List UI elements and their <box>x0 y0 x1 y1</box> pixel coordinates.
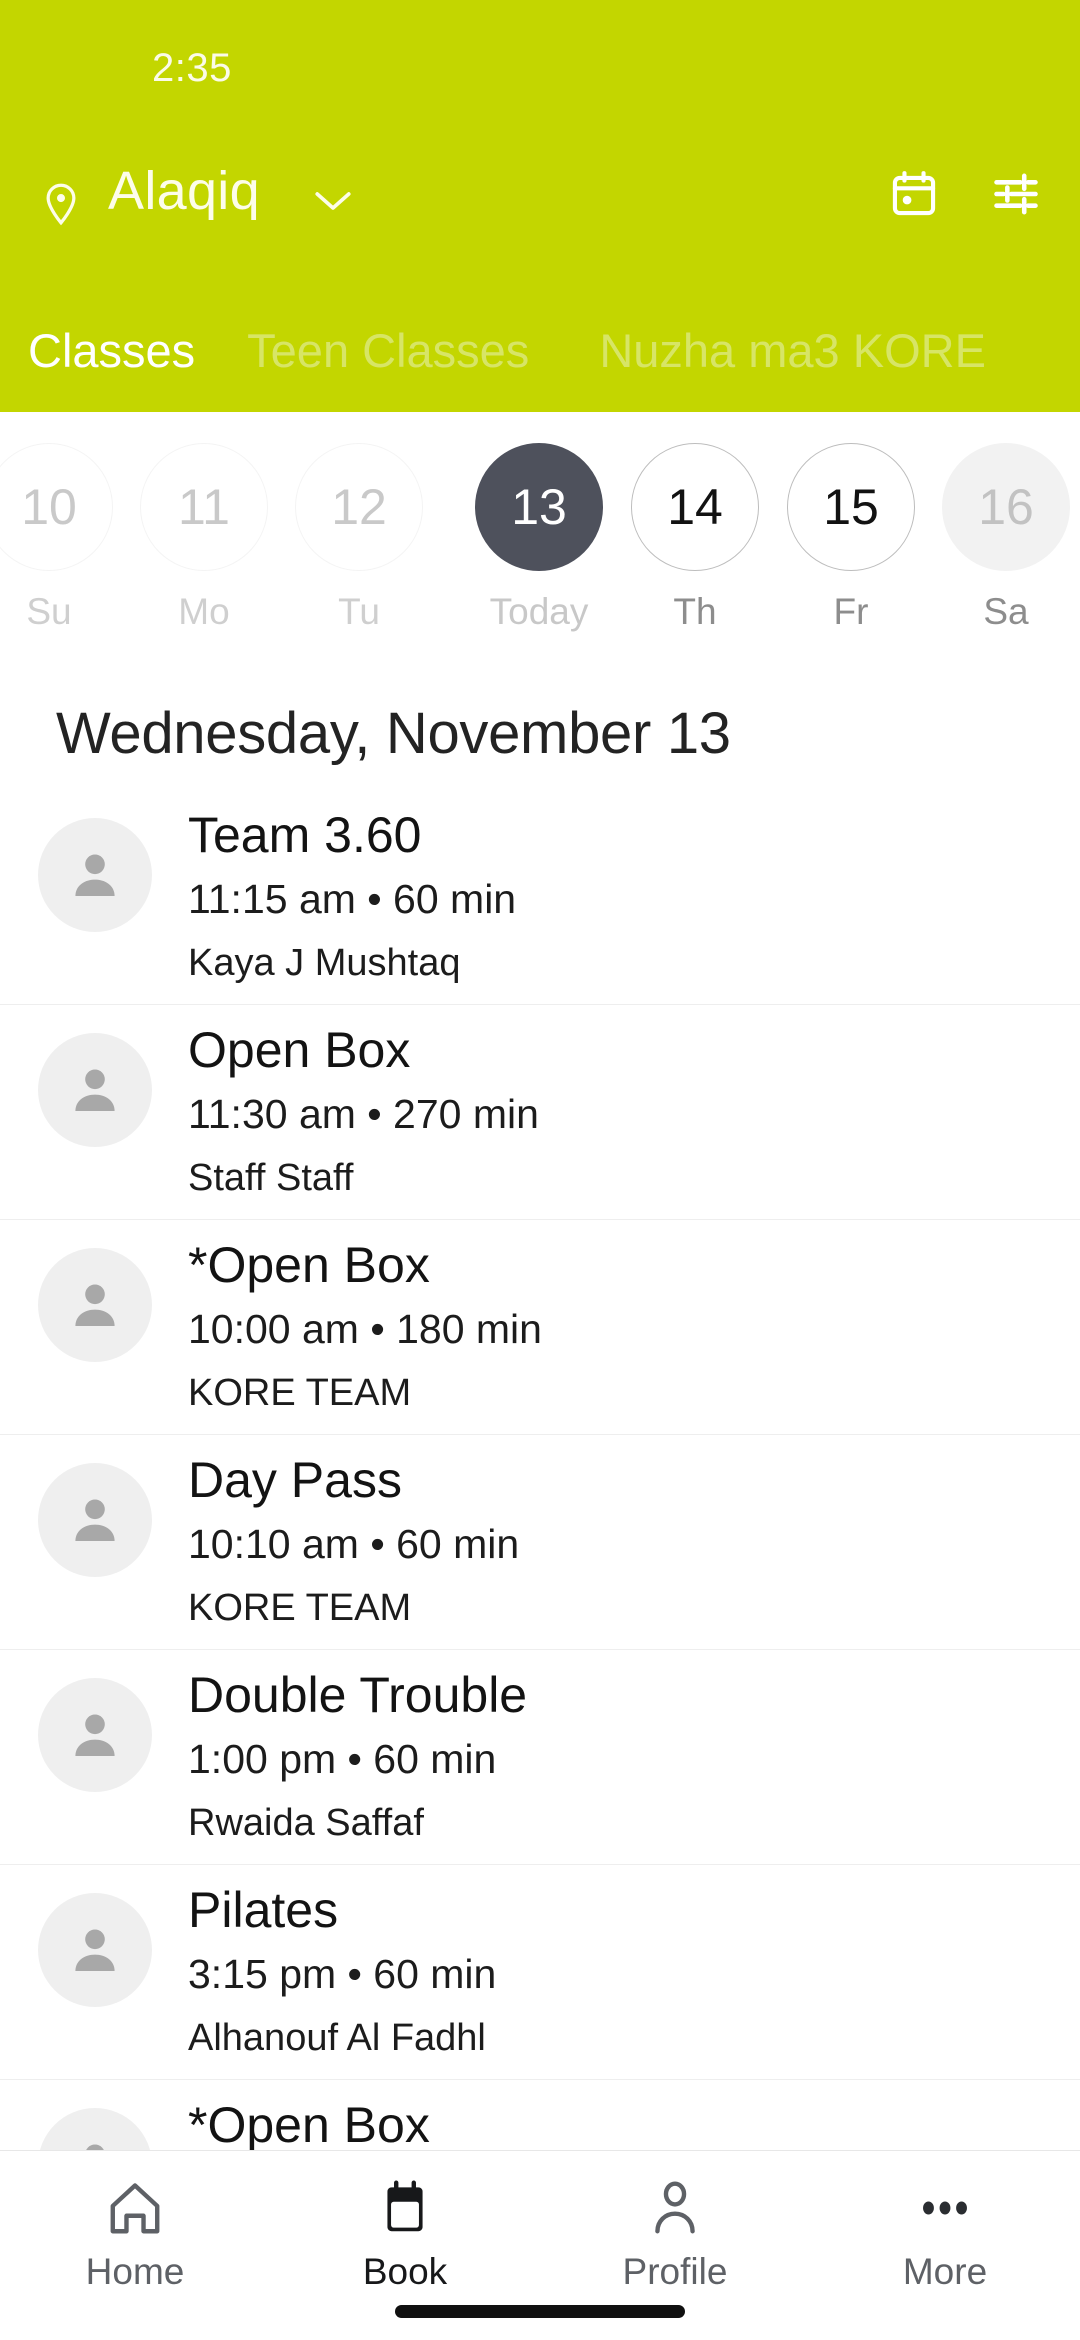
date-number: 11 <box>140 443 268 571</box>
bottom-navigation: Home Book Profile More <box>0 2150 1080 2340</box>
avatar <box>38 818 152 932</box>
person-icon <box>644 2175 706 2241</box>
nav-label: Profile <box>622 2251 728 2292</box>
class-time-duration: 11:30 am • 270 min <box>188 1091 539 1137</box>
avatar <box>38 1248 152 1362</box>
avatar <box>38 1678 152 1792</box>
date-cell-10[interactable]: 10 Su <box>0 443 125 633</box>
class-list-item[interactable]: Team 3.60 11:15 am • 60 min Kaya J Musht… <box>0 790 1080 1005</box>
class-list-item[interactable]: Pilates 3:15 pm • 60 min Alhanouf Al Fad… <box>0 1865 1080 2080</box>
app-header: 2:35 Alaqiq Classes Teen Classes Nuzha m… <box>0 0 1080 412</box>
person-icon <box>75 854 115 896</box>
date-number: 16 <box>942 443 1070 571</box>
person-icon <box>75 1284 115 1326</box>
class-staff: Kaya J Mushtaq <box>188 942 461 984</box>
person-icon <box>75 1069 115 1111</box>
avatar <box>38 1033 152 1147</box>
location-pin-icon <box>46 183 76 226</box>
home-indicator <box>395 2305 685 2318</box>
date-cell-13-today[interactable]: 13 Today <box>463 443 615 633</box>
home-icon <box>104 2175 166 2241</box>
date-cell-11[interactable]: 11 Mo <box>128 443 280 633</box>
class-list-item[interactable]: Day Pass 10:10 am • 60 min KORE TEAM <box>0 1435 1080 1650</box>
class-time-duration: 11:15 am • 60 min <box>188 876 517 922</box>
class-list-item[interactable]: *Open Box 10:00 am • 180 min KORE TEAM <box>0 1220 1080 1435</box>
ellipsis-icon <box>914 2175 976 2241</box>
nav-label: More <box>902 2251 988 2292</box>
header-actions <box>888 168 1042 220</box>
calendar-icon[interactable] <box>888 168 940 220</box>
filter-sliders-icon[interactable] <box>990 168 1042 220</box>
class-time-duration: 1:00 pm • 60 min <box>188 1736 497 1782</box>
date-cell-12[interactable]: 12 Tu <box>283 443 435 633</box>
class-list-item[interactable]: Open Box 11:30 am • 270 min Staff Staff <box>0 1005 1080 1220</box>
class-time-duration: 10:10 am • 60 min <box>188 1521 520 1567</box>
class-staff: KORE TEAM <box>188 1587 412 1629</box>
tab-teen-classes[interactable]: Teen Classes <box>247 323 529 378</box>
class-title: Day Pass <box>188 1452 402 1508</box>
status-bar-time: 2:35 <box>152 46 232 90</box>
status-bar: 2:35 <box>0 46 1080 106</box>
date-weekday: Fr <box>833 591 869 632</box>
date-cell-14[interactable]: 14 Th <box>619 443 771 633</box>
person-icon <box>75 1929 115 1971</box>
date-number: 10 <box>0 443 113 571</box>
nav-label: Home <box>85 2251 185 2292</box>
nav-item-more[interactable]: More <box>810 2151 1080 2340</box>
class-title: *Open Box <box>188 1237 430 1293</box>
class-title: Open Box <box>188 1022 411 1078</box>
location-name: Alaqiq <box>108 161 260 221</box>
date-number: 13 <box>475 443 603 571</box>
category-tabs: Classes Teen Classes Nuzha ma3 KORE <box>0 310 1080 390</box>
date-number: 14 <box>631 443 759 571</box>
avatar <box>38 1463 152 1577</box>
date-weekday: Th <box>673 591 717 632</box>
avatar <box>38 1893 152 2007</box>
person-icon <box>75 1714 115 1756</box>
class-list-item[interactable]: Double Trouble 1:00 pm • 60 min Rwaida S… <box>0 1650 1080 1865</box>
class-time-duration: 3:15 pm • 60 min <box>188 1951 497 1997</box>
nav-item-home[interactable]: Home <box>0 2151 270 2340</box>
class-title: Team 3.60 <box>188 807 422 863</box>
class-staff: KORE TEAM <box>188 1372 412 1414</box>
date-weekday: Tu <box>338 591 380 632</box>
class-title: Double Trouble <box>188 1667 528 1723</box>
class-title: *Open Box <box>188 2097 430 2153</box>
date-strip: 10 Su 11 Mo 12 Tu 13 Today 14 Th 15 Fr 1… <box>0 443 1080 673</box>
date-number: 12 <box>295 443 423 571</box>
calendar-filled-icon <box>374 2175 436 2241</box>
selected-date-heading: Wednesday, November 13 <box>56 701 731 766</box>
class-staff: Staff Staff <box>188 1157 354 1199</box>
class-title: Pilates <box>188 1882 339 1938</box>
class-list[interactable]: Team 3.60 11:15 am • 60 min Kaya J Musht… <box>0 790 1080 2170</box>
class-staff: Alhanouf Al Fadhl <box>188 2017 486 2059</box>
date-number: 15 <box>787 443 915 571</box>
nav-label: Book <box>362 2251 448 2292</box>
person-icon <box>75 1499 115 1541</box>
date-weekday: Today <box>489 591 589 632</box>
date-weekday: Su <box>26 591 72 632</box>
app-screen: 2:35 Alaqiq Classes Teen Classes Nuzha m… <box>0 0 1080 2340</box>
date-cell-16[interactable]: 16 Sa <box>930 443 1080 633</box>
tab-classes[interactable]: Classes <box>28 323 195 378</box>
date-cell-15[interactable]: 15 Fr <box>775 443 927 633</box>
chevron-down-icon[interactable] <box>312 188 354 214</box>
date-weekday: Mo <box>178 591 230 632</box>
date-weekday: Sa <box>983 591 1029 632</box>
class-staff: Rwaida Saffaf <box>188 1802 424 1844</box>
tab-nuzha-ma3-kore[interactable]: Nuzha ma3 KORE <box>599 323 986 378</box>
class-time-duration: 10:00 am • 180 min <box>188 1306 542 1352</box>
